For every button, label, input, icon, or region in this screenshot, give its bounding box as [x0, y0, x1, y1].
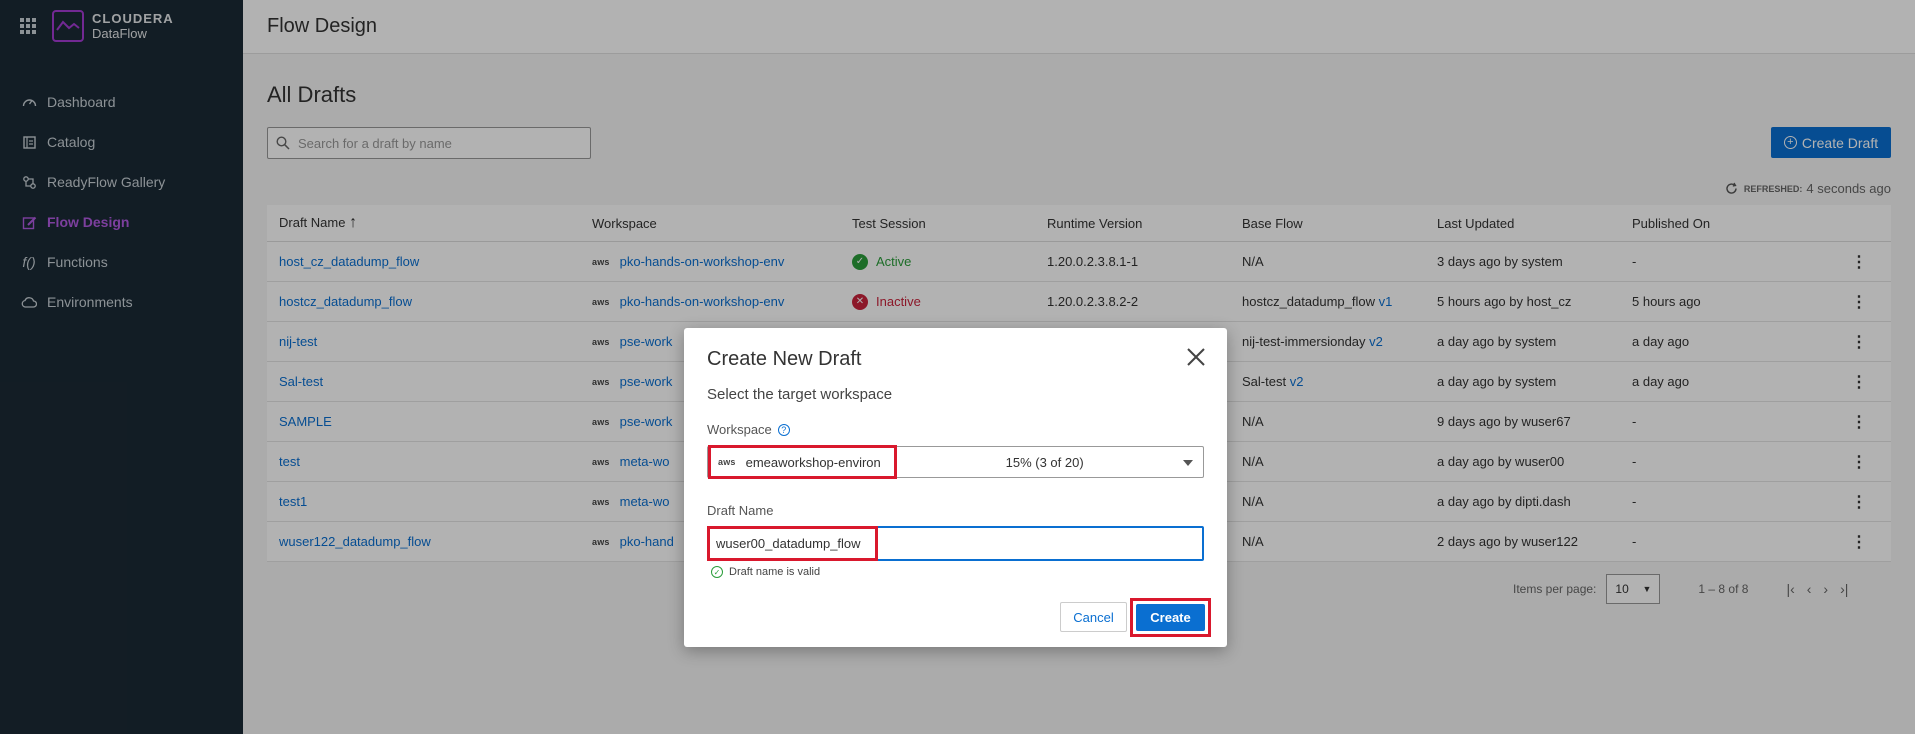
create-button[interactable]: Create — [1136, 604, 1205, 631]
validation-text: Draft name is valid — [729, 566, 821, 578]
dialog-subtitle: Select the target workspace — [707, 386, 893, 403]
highlight-box — [708, 445, 897, 479]
highlight-box: Create — [1130, 598, 1211, 637]
draft-name-input[interactable] — [709, 528, 1202, 559]
check-circle-icon: ✓ — [711, 566, 723, 578]
close-icon[interactable] — [1185, 346, 1207, 368]
workspace-select[interactable]: aws emeaworkshop-environ 15% (3 of 20) — [707, 445, 1204, 479]
workspace-usage: 15% (3 of 20) — [1005, 454, 1084, 470]
create-draft-dialog: Create New Draft Select the target works… — [684, 328, 1227, 647]
draft-name-field[interactable] — [707, 526, 1204, 561]
help-icon[interactable]: ? — [777, 423, 790, 436]
chevron-down-icon — [1183, 460, 1193, 466]
dialog-title: Create New Draft — [707, 348, 862, 370]
validation-message: ✓ Draft name is valid — [711, 566, 820, 578]
draft-name-label: Draft Name — [707, 503, 774, 518]
workspace-label: Workspace ? — [707, 422, 790, 437]
cancel-button[interactable]: Cancel — [1060, 602, 1127, 632]
